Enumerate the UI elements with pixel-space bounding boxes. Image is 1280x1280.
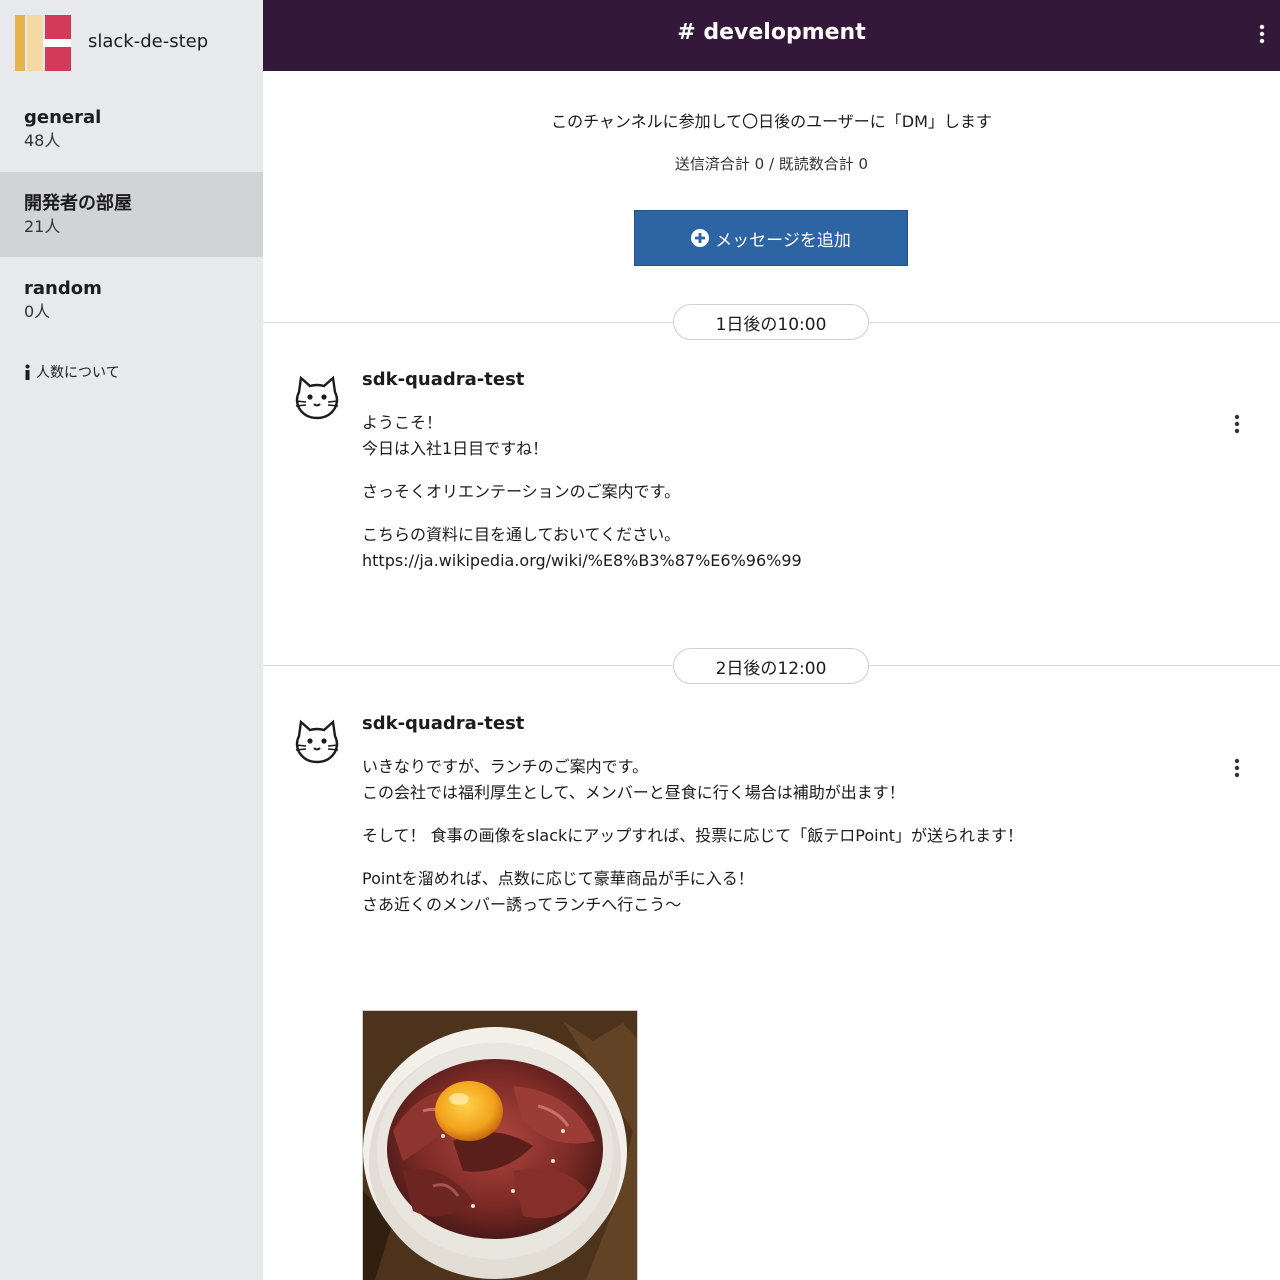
channel-name: 開発者の部屋 — [24, 193, 132, 214]
message-paragraph: さっそくオリエンテーションのご案内です。 — [362, 479, 1182, 505]
message-paragraph: そして！ 食事の画像をslackにアップすれば、投票に応じて「飯テロPoint」… — [362, 823, 1182, 849]
channel-member-count: 48人 — [24, 131, 61, 150]
about-member-count-link[interactable]: 人数について — [24, 362, 120, 382]
add-message-button[interactable]: メッセージを追加 — [634, 210, 908, 266]
beef-bowl-photo — [363, 1011, 637, 1280]
message-paragraph: ようこそ！ 今日は入社1日目ですね！ — [362, 410, 1182, 462]
message-kebab-menu-icon[interactable] — [1233, 758, 1241, 778]
sidebar: slack-de-step general 48人 開発者の部屋 21人 ran… — [0, 0, 263, 1280]
message-author: sdk-quadra-test — [362, 369, 525, 390]
info-icon — [25, 364, 30, 380]
message-line: ようこそ！ — [362, 413, 443, 432]
workspace-header[interactable]: slack-de-step — [0, 0, 263, 86]
message-line: さっそくオリエンテーションのご案内です。 — [362, 482, 681, 501]
channel-name: general — [24, 107, 102, 128]
message-body: いきなりですが、ランチのご案内です。 この会社では福利厚生として、メンバーと昼食… — [362, 754, 1182, 935]
message-line: さあ近くのメンバー誘ってランチへ行こう〜 — [362, 895, 682, 914]
sidebar-item-developers-room[interactable]: 開発者の部屋 21人 — [0, 172, 263, 257]
message-line: 今日は入社1日目ですね！ — [362, 439, 549, 458]
schedule-time-badge[interactable]: 2日後の12:00 — [673, 648, 869, 684]
workspace-logo-icon — [15, 15, 71, 71]
channel-member-count: 0人 — [24, 302, 51, 321]
message-author: sdk-quadra-test — [362, 713, 525, 734]
message-body: ようこそ！ 今日は入社1日目ですね！ さっそくオリエンテーションのご案内です。 … — [362, 410, 1182, 591]
message-line: いきなりですが、ランチのご案内です。 — [362, 757, 649, 776]
message-line: この会社では福利厚生として、メンバーと昼食に行く場合は補助が出ます！ — [362, 783, 905, 802]
message-line: そして！ 食事の画像をslackにアップすれば、投票に応じて「飯テロPoint」… — [362, 826, 1023, 845]
channel-name: random — [24, 278, 102, 299]
message-paragraph: こちらの資料に目を通しておいてください。 https://ja.wikipedi… — [362, 522, 1182, 574]
message-stats: 送信済合計 0 / 既読数合計 0 — [674, 155, 869, 173]
kebab-menu-icon[interactable] — [1258, 24, 1266, 44]
cat-avatar-icon — [295, 375, 339, 420]
channel-member-count: 21人 — [24, 217, 61, 236]
workspace-name: slack-de-step — [88, 31, 209, 52]
channel-header: # development — [263, 0, 1280, 71]
cat-avatar-icon — [295, 719, 339, 764]
sidebar-item-general[interactable]: general 48人 — [0, 86, 263, 171]
main-content: このチャンネルに参加して〇日後のユーザーに「DM」します 送信済合計 0 / 既… — [263, 71, 1280, 1280]
message-link[interactable]: https://ja.wikipedia.org/wiki/%E8%B3%87%… — [362, 551, 802, 570]
schedule-time-badge[interactable]: 1日後の10:00 — [673, 304, 869, 340]
message-image[interactable] — [362, 1010, 638, 1280]
message-paragraph: Pointを溜めれば、点数に応じて豪華商品が手に入る！ さあ近くのメンバー誘って… — [362, 866, 1182, 918]
plus-circle-icon — [691, 229, 710, 247]
sidebar-item-random[interactable]: random 0人 — [0, 257, 263, 342]
channel-description: このチャンネルに参加して〇日後のユーザーに「DM」します — [551, 112, 992, 131]
message-line: Pointを溜めれば、点数に応じて豪華商品が手に入る！ — [362, 869, 754, 888]
channel-title: # development — [677, 20, 866, 45]
message-line: こちらの資料に目を通しておいてください。 — [362, 525, 681, 544]
add-message-label: メッセージを追加 — [715, 230, 851, 251]
about-link-label: 人数について — [36, 365, 120, 381]
message-kebab-menu-icon[interactable] — [1233, 414, 1241, 434]
message-paragraph: いきなりですが、ランチのご案内です。 この会社では福利厚生として、メンバーと昼食… — [362, 754, 1182, 806]
